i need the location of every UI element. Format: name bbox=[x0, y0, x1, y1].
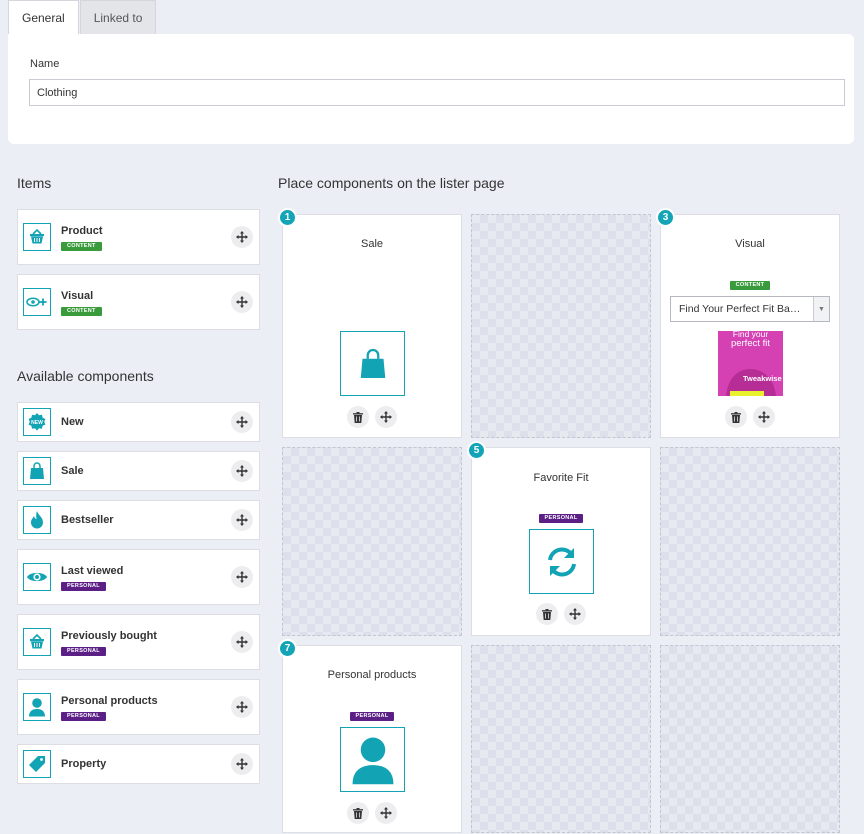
grid-slot-3[interactable]: 3 Visual CONTENT Find Your Perfect Fit B… bbox=[656, 208, 840, 438]
content-badge: CONTENT bbox=[61, 242, 102, 251]
tab-bar: General Linked to bbox=[8, 0, 157, 34]
items-heading: Items bbox=[17, 175, 52, 191]
thumb-brand: Tweakwise bbox=[743, 374, 782, 383]
item-label: Visual bbox=[61, 290, 94, 302]
shopping-bag-icon bbox=[23, 457, 51, 485]
name-input[interactable] bbox=[29, 79, 845, 106]
person-icon bbox=[340, 727, 405, 792]
eye-plus-icon bbox=[23, 288, 51, 316]
trash-icon[interactable] bbox=[725, 406, 747, 428]
grid-slot-8-empty[interactable] bbox=[471, 645, 651, 833]
move-icon[interactable] bbox=[231, 291, 253, 313]
slot-number: 7 bbox=[278, 639, 297, 658]
personal-badge: PERSONAL bbox=[61, 712, 106, 721]
place-components-heading: Place components on the lister page bbox=[278, 175, 505, 191]
visual-thumbnail: Find your perfect fit Tweakwise bbox=[718, 331, 783, 396]
content-badge-wrap: CONTENT bbox=[661, 273, 839, 291]
caret-down-icon[interactable]: ▼ bbox=[813, 297, 829, 321]
component-sale[interactable]: Sale bbox=[17, 451, 260, 491]
move-icon[interactable] bbox=[375, 406, 397, 428]
content-badge: CONTENT bbox=[729, 281, 771, 290]
slot-number: 5 bbox=[467, 441, 486, 460]
component-property[interactable]: Property bbox=[17, 744, 260, 784]
shopping-bag-icon bbox=[340, 331, 405, 396]
flame-icon bbox=[23, 506, 51, 534]
name-panel: Name bbox=[8, 34, 854, 144]
slot-number: 3 bbox=[656, 208, 675, 227]
available-components-heading: Available components bbox=[17, 368, 154, 384]
slot-title: Visual bbox=[735, 238, 765, 250]
slot-title: Favorite Fit bbox=[533, 472, 589, 484]
move-icon[interactable] bbox=[753, 406, 775, 428]
move-icon[interactable] bbox=[231, 696, 253, 718]
grid-slot-9-empty[interactable] bbox=[660, 645, 840, 833]
component-bestseller[interactable]: Bestseller bbox=[17, 500, 260, 540]
component-label: Personal products bbox=[61, 695, 158, 707]
slot-title: Sale bbox=[360, 238, 384, 250]
thumb-headline: perfect fit bbox=[730, 338, 771, 349]
move-icon[interactable] bbox=[231, 226, 253, 248]
slot-actions bbox=[536, 603, 586, 625]
visual-select[interactable]: Find Your Perfect Fit Ba… ▼ bbox=[670, 296, 830, 322]
move-icon[interactable] bbox=[231, 411, 253, 433]
move-icon[interactable] bbox=[231, 753, 253, 775]
basket-icon bbox=[23, 628, 51, 656]
component-last-viewed[interactable]: Last viewed PERSONAL bbox=[17, 549, 260, 605]
component-new[interactable]: NEW New bbox=[17, 402, 260, 442]
basket-icon bbox=[23, 223, 51, 251]
slot-actions bbox=[347, 406, 397, 428]
item-visual[interactable]: Visual CONTENT bbox=[17, 274, 260, 330]
move-icon[interactable] bbox=[231, 631, 253, 653]
tab-general[interactable]: General bbox=[8, 0, 79, 34]
trash-icon[interactable] bbox=[536, 603, 558, 625]
item-label: Product bbox=[61, 225, 103, 237]
slot-number: 1 bbox=[278, 208, 297, 227]
personal-badge: PERSONAL bbox=[61, 647, 106, 656]
move-icon[interactable] bbox=[231, 509, 253, 531]
tag-icon bbox=[23, 750, 51, 778]
trash-icon[interactable] bbox=[347, 802, 369, 824]
new-seal-icon: NEW bbox=[23, 408, 51, 436]
move-icon[interactable] bbox=[375, 802, 397, 824]
component-previously-bought[interactable]: Previously bought PERSONAL bbox=[17, 614, 260, 670]
component-label: Last viewed bbox=[61, 565, 124, 577]
item-product[interactable]: Product CONTENT bbox=[17, 209, 260, 265]
personal-badge: PERSONAL bbox=[61, 582, 106, 591]
component-label: Previously bought bbox=[61, 630, 157, 642]
move-icon[interactable] bbox=[231, 566, 253, 588]
refresh-icon bbox=[529, 529, 594, 594]
grid-slot-5[interactable]: 5 Favorite Fit PERSONAL bbox=[467, 441, 651, 636]
slot-actions bbox=[725, 406, 775, 428]
component-label: Sale bbox=[61, 465, 84, 477]
move-icon[interactable] bbox=[564, 603, 586, 625]
component-label: Bestseller bbox=[61, 514, 114, 526]
grid-slot-1[interactable]: 1 Sale bbox=[278, 208, 462, 438]
grid-slot-7[interactable]: 7 Personal products PERSONAL bbox=[278, 639, 462, 833]
slot-actions bbox=[347, 802, 397, 824]
move-icon[interactable] bbox=[231, 460, 253, 482]
content-badge: CONTENT bbox=[61, 307, 102, 316]
component-personal-products[interactable]: Personal products PERSONAL bbox=[17, 679, 260, 735]
grid-slot-2-empty[interactable] bbox=[471, 214, 651, 438]
personal-badge-wrap: PERSONAL bbox=[283, 704, 461, 722]
name-label: Name bbox=[30, 58, 60, 70]
person-icon bbox=[23, 693, 51, 721]
personal-badge: PERSONAL bbox=[538, 514, 584, 523]
tab-linked-to[interactable]: Linked to bbox=[79, 0, 157, 34]
grid-slot-6-empty[interactable] bbox=[660, 447, 840, 636]
eye-icon bbox=[23, 563, 51, 591]
svg-text:NEW: NEW bbox=[31, 420, 43, 426]
slot-title: Personal products bbox=[327, 669, 417, 681]
personal-badge: PERSONAL bbox=[349, 712, 395, 721]
trash-icon[interactable] bbox=[347, 406, 369, 428]
personal-badge-wrap: PERSONAL bbox=[472, 506, 650, 524]
visual-select-value: Find Your Perfect Fit Ba… bbox=[679, 303, 801, 315]
component-label: New bbox=[61, 416, 84, 428]
grid-slot-4-empty[interactable] bbox=[282, 447, 462, 636]
component-label: Property bbox=[61, 758, 107, 770]
